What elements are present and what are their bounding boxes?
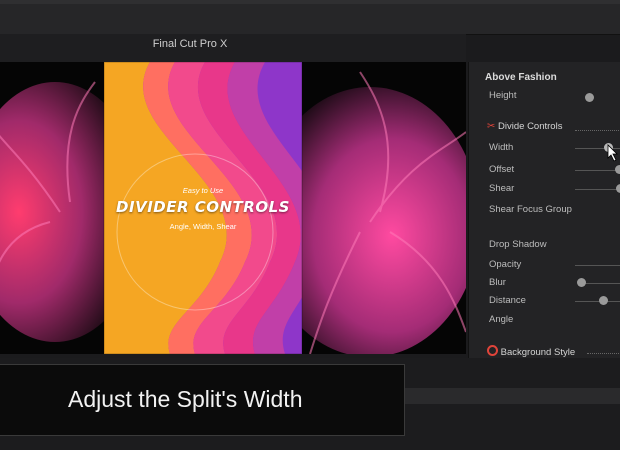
video-title: DIVIDER CONTROLS (116, 198, 290, 216)
offset-label: Offset (489, 164, 515, 175)
distance-slider-knob[interactable] (599, 296, 608, 305)
opacity-slider-track[interactable] (575, 265, 620, 266)
shear-label: Shear (489, 183, 515, 194)
blur-slider-track[interactable] (581, 283, 620, 284)
height-label: Height (489, 90, 517, 101)
mouse-cursor-icon (607, 144, 618, 162)
video-viewer[interactable]: Easy to Use DIVIDER CONTROLS Angle, Widt… (0, 62, 466, 354)
divide-controls-label: Divide Controls (498, 121, 563, 132)
drop-shadow-label[interactable]: Drop Shadow (489, 239, 547, 250)
width-label: Width (489, 142, 514, 153)
shear-slider-track[interactable] (575, 189, 620, 190)
video-subtitle: Angle, Width, Shear (169, 222, 237, 231)
blur-slider-knob[interactable] (577, 278, 586, 287)
toolbar-divider (0, 0, 620, 4)
video-tagline: Easy to Use (182, 186, 224, 195)
offset-slider-track[interactable] (575, 170, 620, 171)
opacity-label: Opacity (489, 259, 522, 270)
inspector-panel: Above Fashion Height ✂ Divide Controls W… (468, 62, 620, 358)
background-style-divider (587, 353, 620, 354)
distance-label: Distance (489, 295, 526, 306)
scissors-icon: ✂ (487, 121, 496, 132)
shear-focus-group-label[interactable]: Shear Focus Group (489, 204, 572, 215)
distance-slider-track[interactable] (575, 301, 620, 302)
background-style-label: Background Style (500, 347, 576, 358)
record-icon (487, 345, 498, 356)
offset-slider-knob[interactable] (615, 165, 620, 174)
top-toolbar (0, 0, 620, 35)
app-title: Final Cut Pro X (152, 38, 228, 50)
shear-slider-knob[interactable] (616, 184, 620, 193)
inspector-title: Above Fashion (485, 72, 557, 83)
height-slider-knob[interactable] (585, 93, 594, 102)
blur-label: Blur (489, 277, 506, 288)
divide-controls-divider (575, 130, 620, 131)
background-style-group[interactable]: Background Style (487, 345, 575, 358)
angle-label: Angle (489, 314, 514, 325)
caption-text: Adjust the Split's Width (68, 386, 303, 412)
divide-controls-group[interactable]: ✂ Divide Controls (487, 121, 562, 132)
timeline-track[interactable] (404, 388, 620, 404)
